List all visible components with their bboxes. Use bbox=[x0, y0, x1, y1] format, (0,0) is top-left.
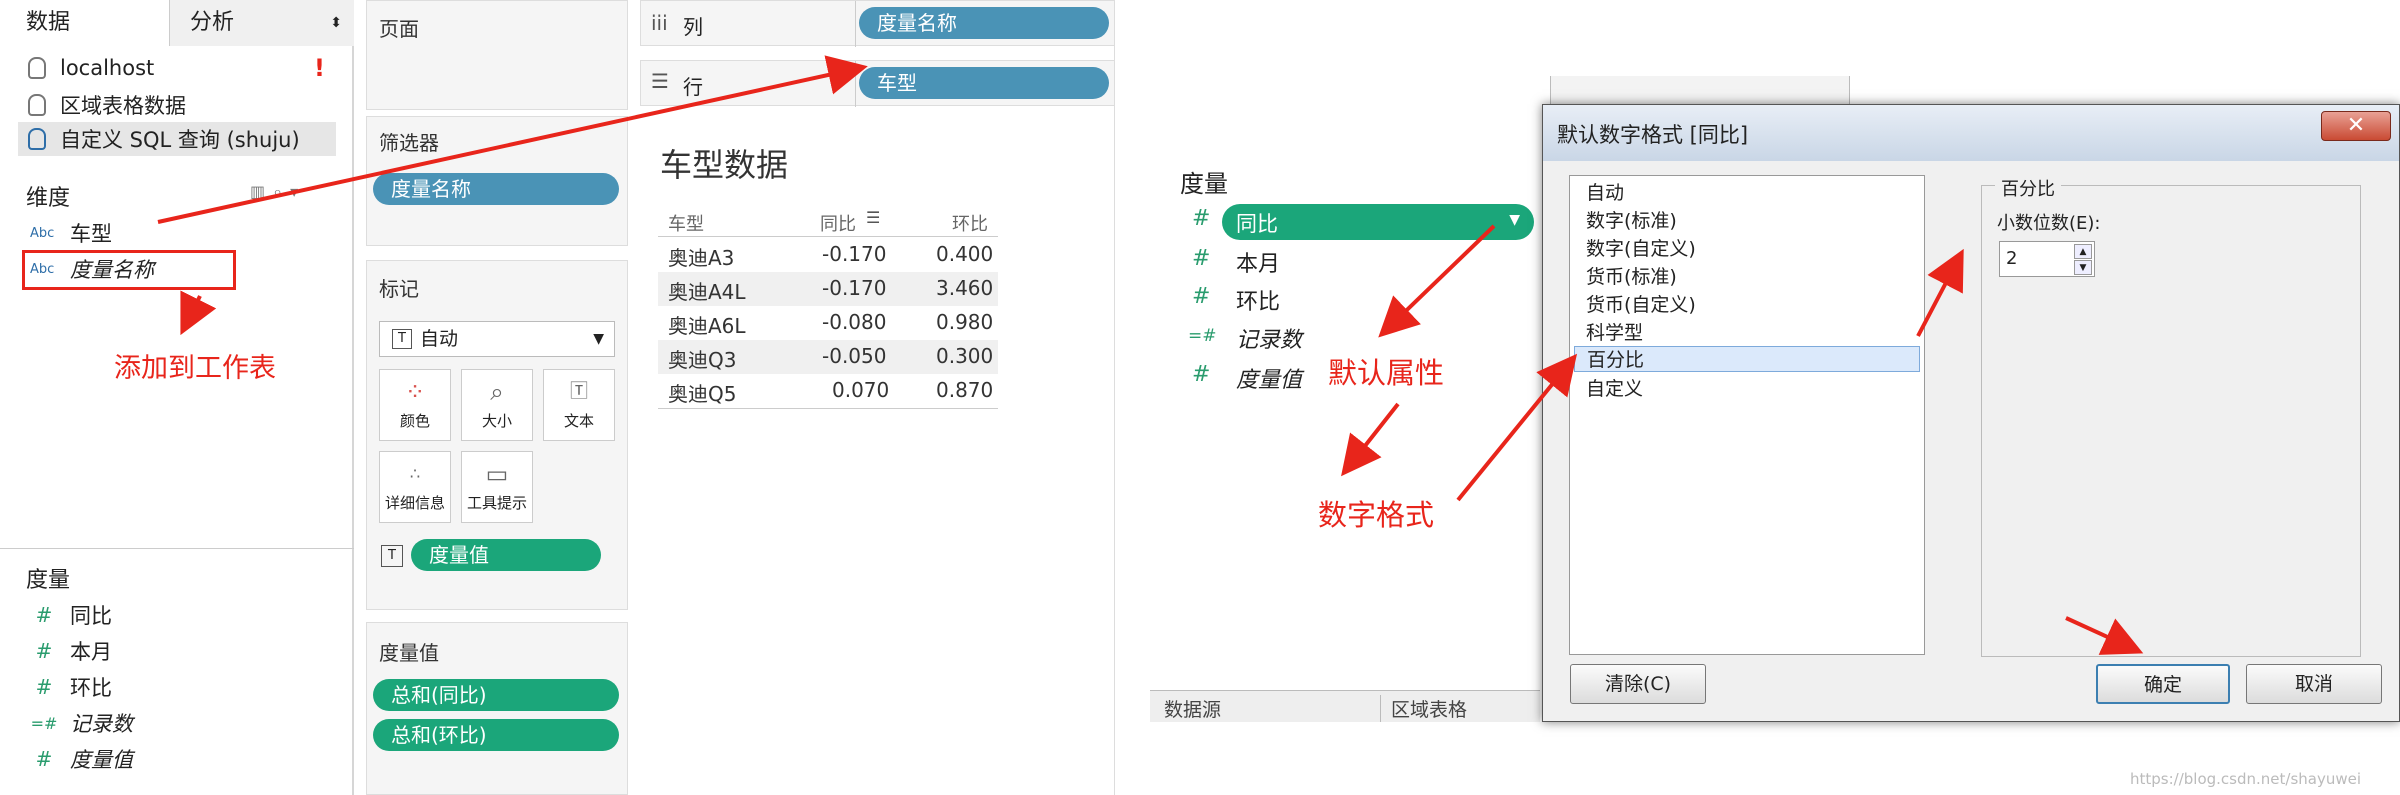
arrow-to-default-props bbox=[1378, 224, 1496, 338]
arrow-to-number-format bbox=[1341, 402, 1400, 477]
arrow-down-add bbox=[180, 290, 217, 336]
annotation-arrows bbox=[157, 55, 2144, 655]
arrow-to-ok bbox=[2065, 616, 2144, 655]
arrow-to-percent bbox=[1456, 353, 1578, 502]
arrow-to-rows-shelf bbox=[157, 55, 868, 224]
arrow-to-decimals bbox=[1916, 248, 1964, 337]
